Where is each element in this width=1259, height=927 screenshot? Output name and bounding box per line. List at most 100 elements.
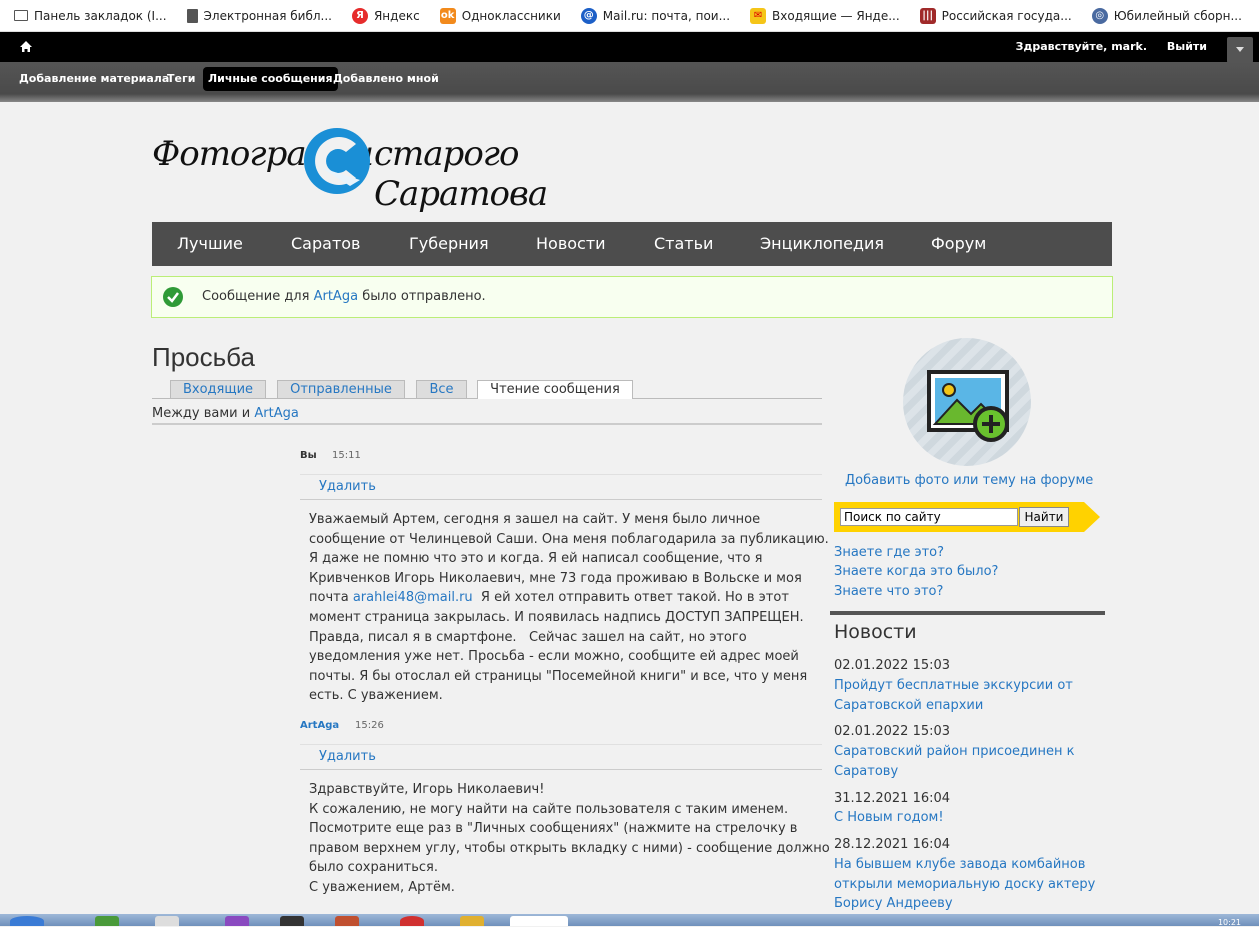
tab-read-message[interactable]: Чтение сообщения xyxy=(477,380,633,399)
message-line: почты. Я бы отослал ей страницы "Посемей… xyxy=(309,668,808,684)
admin-toolbar: Здравствуйте, mark. Выйти xyxy=(0,32,1259,63)
news-link[interactable]: На бывшем клубе завода комбайнов открыли… xyxy=(834,855,1104,914)
message-tabs: Входящие Отправленные Все Чтение сообщен… xyxy=(152,380,822,399)
taskbar-app-icon[interactable] xyxy=(400,916,424,926)
news-date: 02.01.2022 15:03 xyxy=(834,658,951,673)
bookmarks-bar: Панель закладок (I... Электронная библ..… xyxy=(0,0,1259,32)
bookmark-label: Входящие — Яндe... xyxy=(772,8,900,23)
delete-message-link[interactable]: Удалить xyxy=(319,479,376,494)
taskbar-app-icon[interactable] xyxy=(225,916,249,926)
toolbar-toggle-button[interactable] xyxy=(1227,37,1253,63)
yandex-mail-icon: ✉ xyxy=(750,7,767,24)
bookmark-label: Российская госуда... xyxy=(941,8,1072,23)
search-input[interactable] xyxy=(840,508,1018,526)
message-line: Посмотрите еще раз в "Личных сообщениях"… xyxy=(309,821,798,837)
shortcut-added-by-me[interactable]: Добавлено мной xyxy=(328,67,444,91)
taskbar-app-icon[interactable] xyxy=(155,916,179,926)
ok-icon: ok xyxy=(439,7,456,24)
bookmark-item[interactable]: ◎ Юбилейный сборн... xyxy=(1091,7,1242,24)
status-suffix: было отправлено. xyxy=(362,289,486,304)
bookmark-label: Юбилейный сборн... xyxy=(1113,8,1242,23)
message-line: Уважаемый Артем, сегодня я зашел на сайт… xyxy=(309,512,761,527)
home-icon[interactable] xyxy=(18,39,34,55)
nav-item-forum[interactable]: Форум xyxy=(931,234,986,253)
message-line: К сожалению, не могу найти на сайте поль… xyxy=(309,801,789,817)
know-where-link[interactable]: Знаете где это? xyxy=(834,545,944,560)
globe-icon: ◎ xyxy=(1091,7,1108,24)
shortcuts-bar: Добавление материала Теги Личные сообщен… xyxy=(0,62,1259,102)
message-line: правом верхнем углу, чтобы открыть вклад… xyxy=(309,840,830,856)
message-line: было сохраниться. xyxy=(309,860,438,876)
bookmark-item[interactable]: @ Mail.ru: почта, пои... xyxy=(580,7,730,24)
taskbar-app-icon[interactable] xyxy=(95,916,119,926)
know-what-link[interactable]: Знаете что это? xyxy=(834,584,943,599)
logout-link[interactable]: Выйти xyxy=(1167,40,1207,53)
message-author: Вы xyxy=(300,450,317,461)
mailru-icon: @ xyxy=(580,7,597,24)
nav-item-news[interactable]: Новости xyxy=(536,234,606,253)
message-actions: Удалить xyxy=(300,474,822,500)
bookmark-item[interactable]: ok Одноклассники xyxy=(439,7,561,24)
taskbar-app-icon[interactable] xyxy=(280,916,304,926)
nav-item-guberniya[interactable]: Губерния xyxy=(409,234,489,253)
message-line: Я даже не помню что это и когда. Я ей на… xyxy=(309,551,763,567)
nav-item-saratov[interactable]: Саратов xyxy=(291,234,360,253)
taskbar-app-icon[interactable] xyxy=(335,916,359,926)
message-author-link[interactable]: ArtAga xyxy=(300,720,339,731)
start-button[interactable] xyxy=(10,916,44,926)
news-link[interactable]: Пройдут бесплатные экскурсии от Саратовс… xyxy=(834,676,1104,715)
status-text: Сообщение для ArtAga было отправлено. xyxy=(202,289,486,304)
nav-item-best[interactable]: Лучшие xyxy=(177,234,243,253)
shortcut-add-content[interactable]: Добавление материала xyxy=(14,67,174,91)
message-text: почта xyxy=(309,590,353,606)
news-link[interactable]: Саратовский район присоединен к Саратову xyxy=(834,742,1104,781)
add-photo-link[interactable]: Добавить фото или тему на форуме xyxy=(845,473,1093,488)
site-logo[interactable]: Фотографии старого Саратова xyxy=(152,120,612,214)
participant-link[interactable]: ArtAga xyxy=(254,406,298,421)
news-heading: Новости xyxy=(834,621,917,643)
shortcut-private-messages[interactable]: Личные сообщения xyxy=(203,67,338,91)
folder-icon xyxy=(14,10,28,21)
greeting-text: Здравствуйте, xyxy=(1015,40,1108,53)
divider xyxy=(152,423,822,425)
news-date: 31.12.2021 16:04 xyxy=(834,791,951,806)
status-user-link[interactable]: ArtAga xyxy=(314,289,358,304)
message-body: Здравствуйте, Игорь Николаевич! К сожале… xyxy=(309,780,830,898)
bookmark-item[interactable]: Я Яндекс xyxy=(351,7,420,24)
news-link[interactable]: С Новым годом! xyxy=(834,808,1104,828)
logo-emblem-icon xyxy=(304,128,370,194)
shortcut-tags[interactable]: Теги xyxy=(162,67,200,91)
message-time: 15:26 xyxy=(355,720,384,731)
main-navigation: Лучшие Саратов Губерния Новости Статьи Э… xyxy=(152,222,1112,266)
tab-inbox[interactable]: Входящие xyxy=(170,380,266,398)
know-when-link[interactable]: Знаете когда это было? xyxy=(834,564,998,579)
nav-item-articles[interactable]: Статьи xyxy=(654,234,713,253)
email-link[interactable]: arahlei48@mail.ru xyxy=(353,590,473,605)
message-body: Уважаемый Артем, сегодня я зашел на сайт… xyxy=(309,510,829,706)
add-photo-banner[interactable] xyxy=(903,338,1031,466)
bookmark-label: Яндекс xyxy=(373,8,420,23)
delete-message-link[interactable]: Удалить xyxy=(319,749,376,764)
username-link[interactable]: mark. xyxy=(1111,40,1147,53)
bookmark-item[interactable]: ||| Российская госуда... xyxy=(919,7,1072,24)
message-line: С уважением, Артём. xyxy=(309,879,455,895)
taskbar-active-app[interactable] xyxy=(510,916,568,926)
message-line: почта arahlei48@mail.ru Я ей хотел отпра… xyxy=(309,588,824,608)
message-text: Я ей хотел отправить ответ такой. Но в э… xyxy=(472,590,789,606)
bookmark-label: Одноклассники xyxy=(461,8,561,23)
yandex-icon: Я xyxy=(351,7,368,24)
tab-sent[interactable]: Отправленные xyxy=(277,380,405,398)
status-message: Сообщение для ArtAga было отправлено. xyxy=(151,276,1113,318)
bookmark-folder[interactable]: Панель закладок (I... xyxy=(14,9,167,23)
bookmark-item[interactable]: ✉ Входящие — Яндe... xyxy=(750,7,900,24)
search-bar-arrow xyxy=(1084,502,1100,532)
tab-all[interactable]: Все xyxy=(416,380,467,398)
message-line: уведомления уже нет. Просьба - если можн… xyxy=(309,649,799,665)
status-prefix: Сообщение для xyxy=(202,289,310,304)
page-icon xyxy=(186,8,198,23)
search-button[interactable]: Найти xyxy=(1019,507,1069,527)
taskbar-app-icon[interactable] xyxy=(460,916,484,926)
bookmark-item[interactable]: Электронная библ... xyxy=(186,8,332,23)
nav-item-encyclopedia[interactable]: Энциклопедия xyxy=(760,234,884,253)
add-photo-icon xyxy=(927,370,1009,442)
